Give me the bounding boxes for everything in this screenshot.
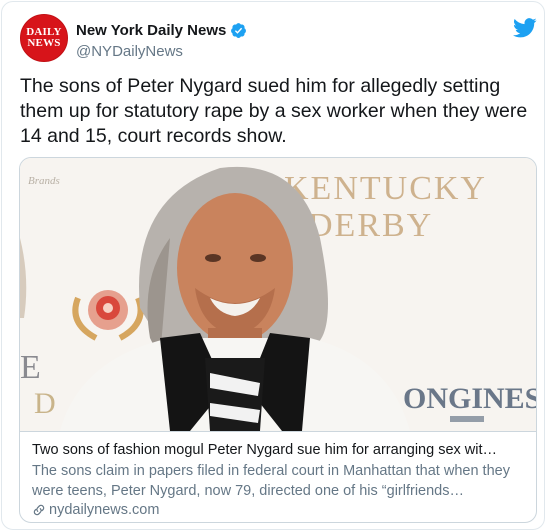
svg-text:DERBY: DERBY xyxy=(308,207,433,244)
avatar[interactable]: DAILY NEWS xyxy=(20,14,68,62)
avatar-text-line2: NEWS xyxy=(27,37,61,49)
card-title[interactable]: Two sons of fashion mogul Peter Nygard s… xyxy=(32,441,526,460)
card-domain[interactable]: nydailynews.com xyxy=(49,502,159,518)
tweet-text: The sons of Peter Nygard sued him for al… xyxy=(20,75,528,147)
author-name-row[interactable]: New York Daily News xyxy=(76,22,247,39)
card-image[interactable]: Brands E D KENTUCKY DERBY ONGINES xyxy=(20,158,537,431)
svg-text:E: E xyxy=(20,349,41,386)
card-body[interactable]: Two sons of fashion mogul Peter Nygard s… xyxy=(20,431,536,522)
svg-text:ONGINES: ONGINES xyxy=(403,382,537,415)
tweet-embed[interactable]: DAILY NEWS New York Daily News @NYDailyN… xyxy=(1,1,545,530)
author-handle[interactable]: @NYDailyNews xyxy=(76,43,183,60)
author-display-name[interactable]: New York Daily News xyxy=(76,22,226,39)
svg-text:Brands: Brands xyxy=(28,175,60,187)
verified-badge-icon xyxy=(231,23,247,38)
card-link-row[interactable]: nydailynews.com xyxy=(32,502,159,518)
card-description: The sons claim in papers filed in federa… xyxy=(32,463,510,499)
link-icon xyxy=(33,504,45,516)
link-preview-card[interactable]: Brands E D KENTUCKY DERBY ONGINES Two so… xyxy=(19,157,537,523)
svg-text:D: D xyxy=(34,387,56,420)
svg-text:KENTUCKY: KENTUCKY xyxy=(284,170,487,207)
twitter-bird-icon[interactable] xyxy=(513,18,537,38)
